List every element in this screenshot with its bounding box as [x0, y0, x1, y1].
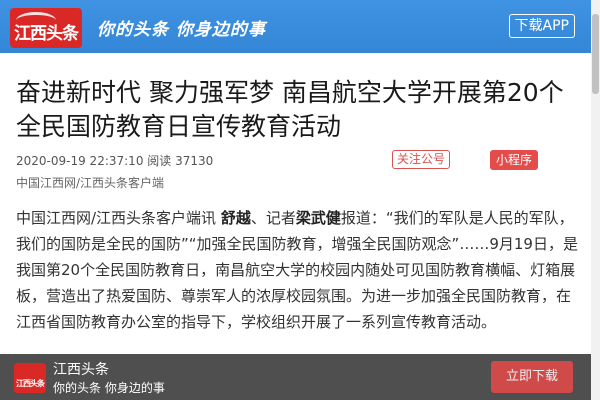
author-name: 舒越: [220, 209, 251, 227]
reporter-name: 梁武健: [295, 209, 341, 227]
download-now-button[interactable]: 立即下载: [491, 361, 573, 393]
banner-app-logo: 江西头条: [14, 363, 46, 393]
logo-text: 江西头条: [14, 24, 79, 44]
banner-slogan: 你的头条 你身边的事: [53, 381, 165, 395]
banner-app-name: 江西头条: [53, 362, 109, 378]
article-body: 中国江西网/江西头条客户端讯 舒越、记者梁武健报道：“我们的军队是人民的军队，我…: [16, 205, 582, 335]
banner-logo-text: 江西头条: [16, 379, 45, 388]
app-logo[interactable]: 江西头条: [10, 8, 82, 48]
download-app-button[interactable]: 下载APP: [508, 14, 575, 38]
page-scrollbar[interactable]: [591, 0, 600, 400]
body-mid: 、记者: [250, 209, 296, 227]
header-slogan: 你的头条 你身边的事: [97, 20, 266, 40]
app-download-banner: 江西头条 江西头条 你的头条 你身边的事 立即下载: [0, 354, 591, 400]
scrollbar-thumb[interactable]: [592, 14, 599, 94]
article-meta: 2020-09-19 22:37:10 阅读 37130: [16, 154, 214, 168]
article-source: 中国江西网/江西头条客户端: [16, 176, 165, 190]
body-rest: 报道：“我们的军队是人民的军队，我们的国防是全民的国防”“加强全民国防教育，增强…: [16, 209, 578, 331]
article-title: 奋进新时代 聚力强军梦 南昌航空大学开展第20个全民国防教育日宣传教育活动: [16, 78, 564, 141]
mini-program-button[interactable]: 小程序: [490, 150, 539, 170]
follow-account-button[interactable]: 关注公号: [392, 150, 451, 169]
body-prefix: 中国江西网/江西头条客户端讯: [16, 209, 221, 227]
top-header: 江西头条 你的头条 你身边的事 下载APP: [0, 0, 600, 53]
